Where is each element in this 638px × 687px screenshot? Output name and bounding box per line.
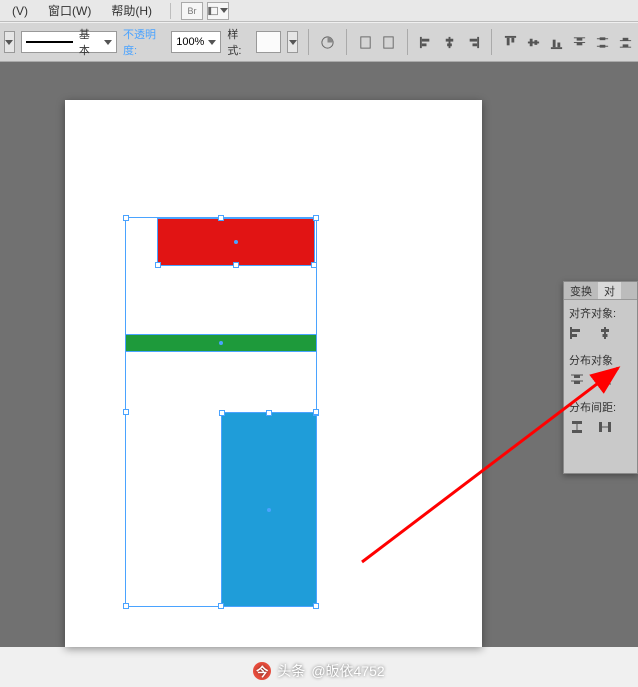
distribute-vcenter-icon — [597, 372, 613, 388]
resize-handle-ml[interactable] — [123, 409, 129, 415]
resize-handle-br[interactable] — [313, 603, 319, 609]
align-left-icon — [419, 35, 434, 50]
watermark-prefix: 头条 — [277, 661, 305, 681]
spacing-vertical-icon — [569, 419, 585, 435]
resize-handle-bl[interactable] — [123, 603, 129, 609]
source-logo-icon: 今 — [253, 662, 271, 680]
toolbar-separator — [308, 29, 309, 55]
align-left-button[interactable] — [569, 325, 585, 341]
resize-handle-tl[interactable] — [123, 215, 129, 221]
toolbar-separator — [346, 29, 347, 55]
stroke-style-picker[interactable]: 基本 — [21, 31, 117, 53]
distribute-vcenter-button[interactable] — [594, 33, 611, 52]
chevron-down-icon — [208, 40, 216, 45]
spacing-section-label: 分布间距: — [564, 394, 637, 417]
align-bottom-icon — [549, 35, 564, 50]
resize-handle-mr[interactable] — [313, 409, 319, 415]
chevron-down-icon — [104, 40, 112, 45]
distribute-top-button[interactable] — [569, 372, 585, 388]
stroke-label: 基本 — [79, 26, 98, 58]
watermark-handle: @皈依4752 — [311, 661, 384, 681]
layout-icon — [208, 6, 218, 16]
opacity-value: 100% — [176, 36, 204, 48]
watermark: 今 头条 @皈依4752 — [0, 661, 638, 681]
menu-window[interactable]: 窗口(W) — [40, 0, 99, 21]
tab-align[interactable]: 对 — [598, 282, 621, 299]
resize-handle-tr[interactable] — [313, 215, 319, 221]
menubar-divider — [170, 3, 171, 19]
spacing-vertical-button[interactable] — [569, 419, 585, 435]
distribute-top-button[interactable] — [571, 33, 588, 52]
bridge-button[interactable]: Br — [181, 2, 203, 20]
align-bottom-button[interactable] — [548, 33, 565, 52]
align-left-icon — [569, 325, 585, 341]
distribute-vcenter-button[interactable] — [597, 372, 613, 388]
align-hcenter-button[interactable] — [441, 33, 458, 52]
document-icon — [381, 35, 396, 50]
chevron-down-icon — [5, 40, 13, 45]
distribute-vcenter-icon — [595, 35, 610, 50]
align-hcenter-button[interactable] — [597, 325, 613, 341]
menu-view[interactable]: (V) — [4, 2, 36, 20]
doc-setup-button[interactable] — [357, 33, 374, 52]
align-vcenter-icon — [526, 35, 541, 50]
panel-tabs: 变换 对 — [564, 282, 637, 300]
layout-button[interactable] — [207, 2, 229, 20]
align-hcenter-icon — [597, 325, 613, 341]
align-left-button[interactable] — [418, 33, 435, 52]
chevron-down-icon — [289, 40, 297, 45]
distribute-section-label: 分布对象 — [564, 347, 637, 370]
style-label: 样式: — [227, 26, 249, 58]
toolbar-expand[interactable] — [4, 31, 15, 53]
document-icon — [358, 35, 373, 50]
spacing-horizontal-icon — [597, 419, 613, 435]
opacity-label: 不透明度: — [123, 26, 165, 58]
stroke-preview-icon — [26, 41, 73, 43]
resize-handle-bm[interactable] — [218, 603, 224, 609]
align-right-icon — [465, 35, 480, 50]
menu-help[interactable]: 帮助(H) — [103, 0, 160, 21]
color-wheel-icon — [320, 35, 335, 50]
distribute-top-icon — [572, 35, 587, 50]
align-panel[interactable]: 变换 对 对齐对象: 分布对象 分布间距: — [563, 281, 638, 474]
style-expand[interactable] — [287, 31, 298, 53]
spacing-horizontal-button[interactable] — [597, 419, 613, 435]
chevron-down-icon — [220, 8, 228, 13]
control-toolbar: 基本 不透明度: 100% 样式: — [0, 23, 638, 62]
distribute-top-icon — [569, 372, 585, 388]
work-area — [0, 62, 638, 647]
menubar: (V) 窗口(W) 帮助(H) Br — [0, 0, 638, 22]
distribute-bottom-icon — [618, 35, 633, 50]
align-hcenter-icon — [442, 35, 457, 50]
selection-bounding-box[interactable] — [125, 217, 317, 607]
distribute-bottom-button[interactable] — [617, 33, 634, 52]
tab-transform[interactable]: 变换 — [564, 282, 598, 299]
align-vcenter-button[interactable] — [525, 33, 542, 52]
preferences-button[interactable] — [380, 33, 397, 52]
align-top-icon — [503, 35, 518, 50]
align-right-button[interactable] — [464, 33, 481, 52]
artboard[interactable] — [65, 100, 482, 647]
toolbar-separator — [407, 29, 408, 55]
toolbar-separator — [491, 29, 492, 55]
graphic-style-picker[interactable] — [256, 31, 281, 53]
align-section-label: 对齐对象: — [564, 300, 637, 323]
resize-handle-tm[interactable] — [218, 215, 224, 221]
align-top-button[interactable] — [502, 33, 519, 52]
recolor-button[interactable] — [319, 33, 336, 52]
opacity-input[interactable]: 100% — [171, 31, 221, 53]
